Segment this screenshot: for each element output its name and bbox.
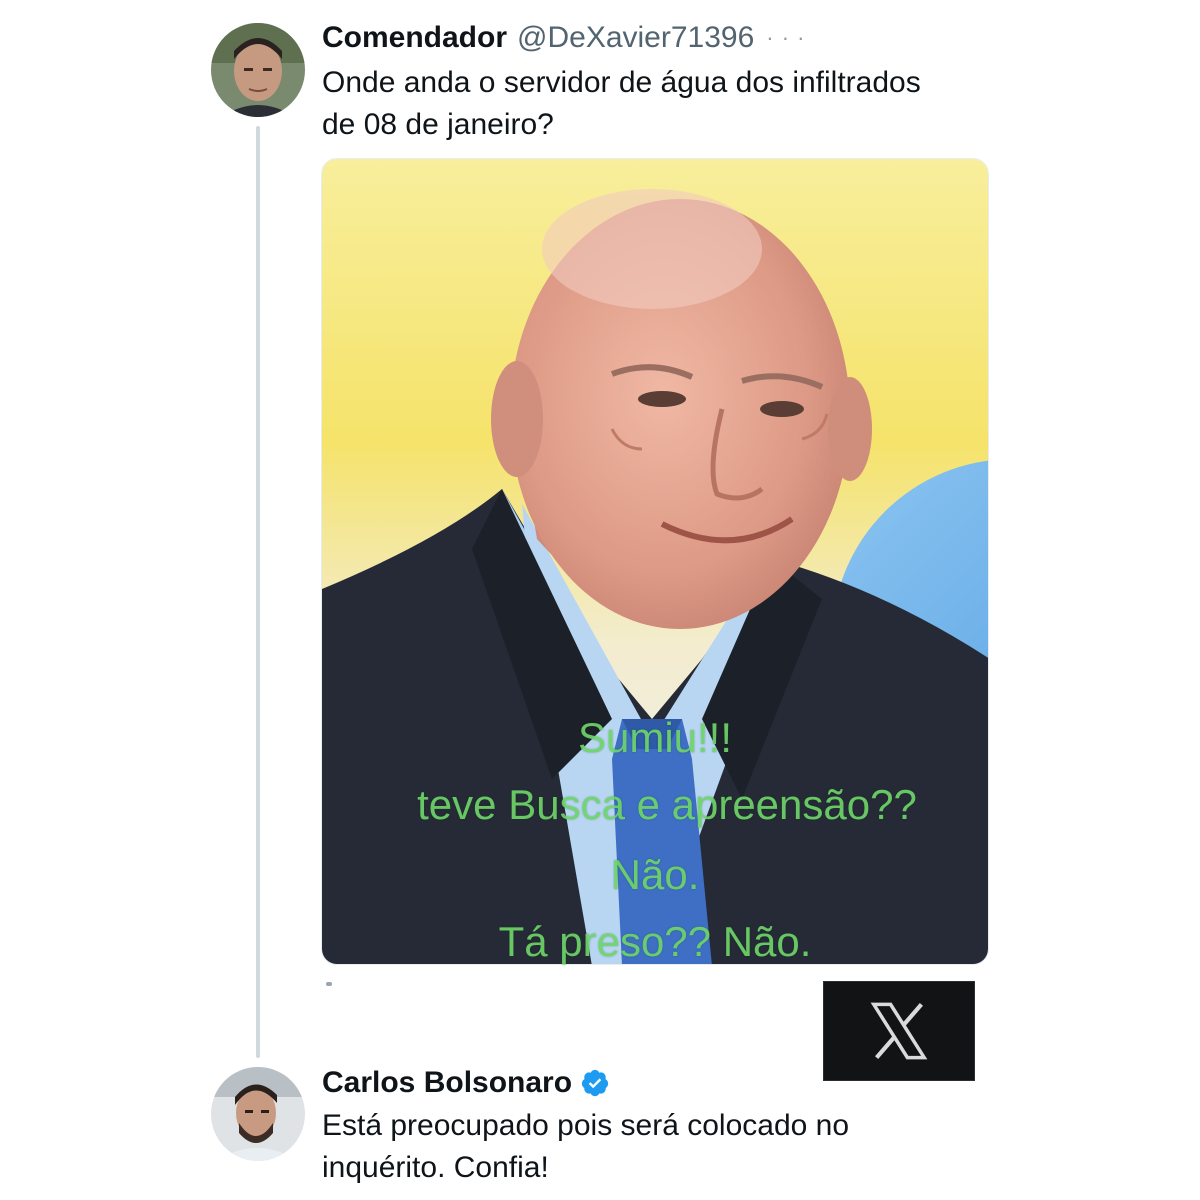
tweet-text-line: Onde anda o servidor de água dos infiltr… — [322, 66, 921, 99]
x-logo-icon — [870, 1002, 928, 1060]
photo-bald-man-in-suit — [322, 159, 988, 964]
profile-photo-icon — [211, 1067, 305, 1161]
tweet-text-line: Está preocupado pois será colocado no — [322, 1109, 850, 1142]
more-dots-icon: · · · — [766, 25, 806, 50]
x-logo-watermark — [823, 981, 975, 1081]
user-handle[interactable]: @DeXavier71396 — [517, 21, 754, 55]
tweet-text-line: inquérito. Confia! — [322, 1151, 549, 1184]
display-name[interactable]: Carlos Bolsonaro — [322, 1066, 572, 1100]
thread-connector-line — [256, 126, 260, 1058]
profile-photo-icon — [211, 23, 305, 117]
avatar-carlos-bolsonaro[interactable] — [211, 1067, 305, 1161]
tweet-media-image[interactable] — [321, 158, 989, 965]
tweet-header: Carlos Bolsonaro — [322, 1063, 610, 1103]
display-name[interactable]: Comendador — [322, 21, 507, 55]
tweet-text-line: de 08 de janeiro? — [322, 108, 554, 141]
tweet-header: Comendador @DeXavier71396 · · · — [322, 18, 805, 58]
verified-badge-icon — [581, 1069, 609, 1097]
tweet-text: Está preocupado pois será colocado no in… — [322, 1105, 1022, 1189]
avatar-comendador[interactable] — [211, 23, 305, 117]
small-mark — [326, 982, 332, 986]
tweet-text: Onde anda o servidor de água dos infiltr… — [322, 62, 1022, 146]
